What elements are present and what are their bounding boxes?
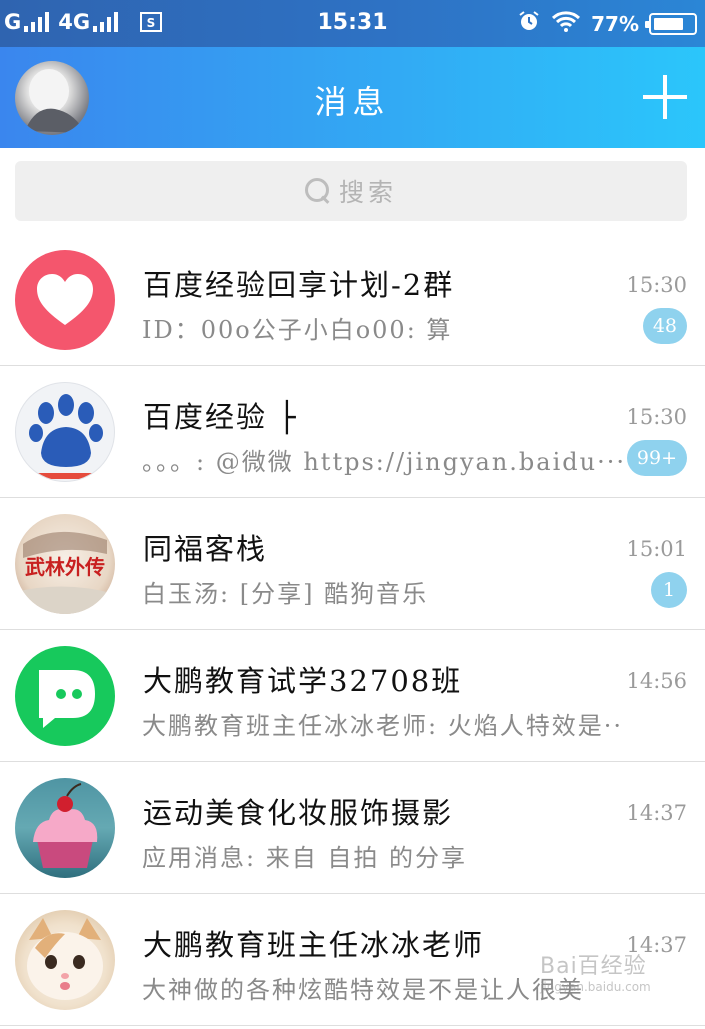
page-title: 消息 <box>314 83 391 121</box>
conversation-preview: 白玉汤: [分享] 酷狗音乐 <box>142 580 429 608</box>
conversation-name: 百度经验 ├ <box>143 400 298 434</box>
add-button[interactable] <box>643 75 687 119</box>
conversation-row[interactable]: 运动美食化妆服饰摄影 应用消息: 来自 自拍 的分享 14:37 <box>0 762 705 894</box>
conversation-name: 大鹏教育班主任冰冰老师 <box>143 928 485 962</box>
conversation-row[interactable]: 武林外传 同福客栈 白玉汤: [分享] 酷狗音乐 15:01 1 <box>0 498 705 630</box>
unread-badge: 99+ <box>626 440 687 476</box>
conversation-preview: 应用消息: 来自 自拍 的分享 <box>142 844 467 872</box>
title-bar: 消息 <box>0 47 705 148</box>
conversation-time: 14:37 <box>626 801 687 825</box>
search-icon <box>304 178 331 204</box>
conversation-row[interactable]: 百度经验 ├ 。。。: @微微 https://jingyan.baidu···… <box>0 366 705 498</box>
battery-icon <box>645 12 697 35</box>
wulin-avatar-icon: 武林外传 <box>15 514 115 614</box>
conversation-name: 运动美食化妆服饰摄影 <box>143 796 454 830</box>
status-right: 77% <box>517 9 697 38</box>
unread-badge: 1 <box>651 572 687 608</box>
alarm-icon <box>517 9 541 38</box>
conversation-time: 15:30 <box>626 273 687 297</box>
conversation-time: 15:01 <box>626 537 687 561</box>
conversation-time: 14:56 <box>626 669 687 693</box>
cat-avatar-icon <box>15 910 115 1010</box>
heart-avatar-icon <box>15 250 115 350</box>
watermark: Bai百经验 jingyan.baidu.com <box>540 948 651 994</box>
baidu-paw-avatar-icon <box>15 382 115 482</box>
conversation-row[interactable]: 百度经验回享计划-2群 ID：00o公子小白o00: 算 15:30 48 <box>0 234 705 366</box>
wifi-icon <box>551 9 581 38</box>
search-placeholder: 搜索 <box>338 178 397 207</box>
dapeng-avatar-icon <box>15 646 115 746</box>
conversation-time: 15:30 <box>626 405 687 429</box>
conversation-preview: ID：00o公子小白o00: 算 <box>142 316 453 344</box>
conversation-name: 大鹏教育试学32708班 <box>143 664 463 698</box>
watermark-url: jingyan.baidu.com <box>540 980 651 994</box>
conversation-row[interactable]: 大鹏教育试学32708班 大鹏教育班主任冰冰老师: 火焰人特效是··· 14:5… <box>0 630 705 762</box>
battery-percent: 77% <box>591 11 639 36</box>
search-bar[interactable]: 搜索 <box>15 161 687 221</box>
cupcake-avatar-icon <box>15 778 115 878</box>
conversation-list: 百度经验回享计划-2群 ID：00o公子小白o00: 算 15:30 48 百度… <box>0 234 705 1026</box>
conversation-name: 同福客栈 <box>143 532 268 566</box>
conversation-preview: 大鹏教育班主任冰冰老师: 火焰人特效是··· <box>142 712 622 740</box>
watermark-text: Bai百经验 <box>540 954 647 979</box>
unread-badge: 48 <box>642 308 687 344</box>
status-bar: G 4G S 15:31 77% <box>0 0 705 47</box>
wulin-logo-text: 武林外传 <box>25 555 105 579</box>
conversation-name: 百度经验回享计划-2群 <box>143 268 455 302</box>
conversation-preview: 。。。: @微微 https://jingyan.baidu··· <box>142 448 622 476</box>
